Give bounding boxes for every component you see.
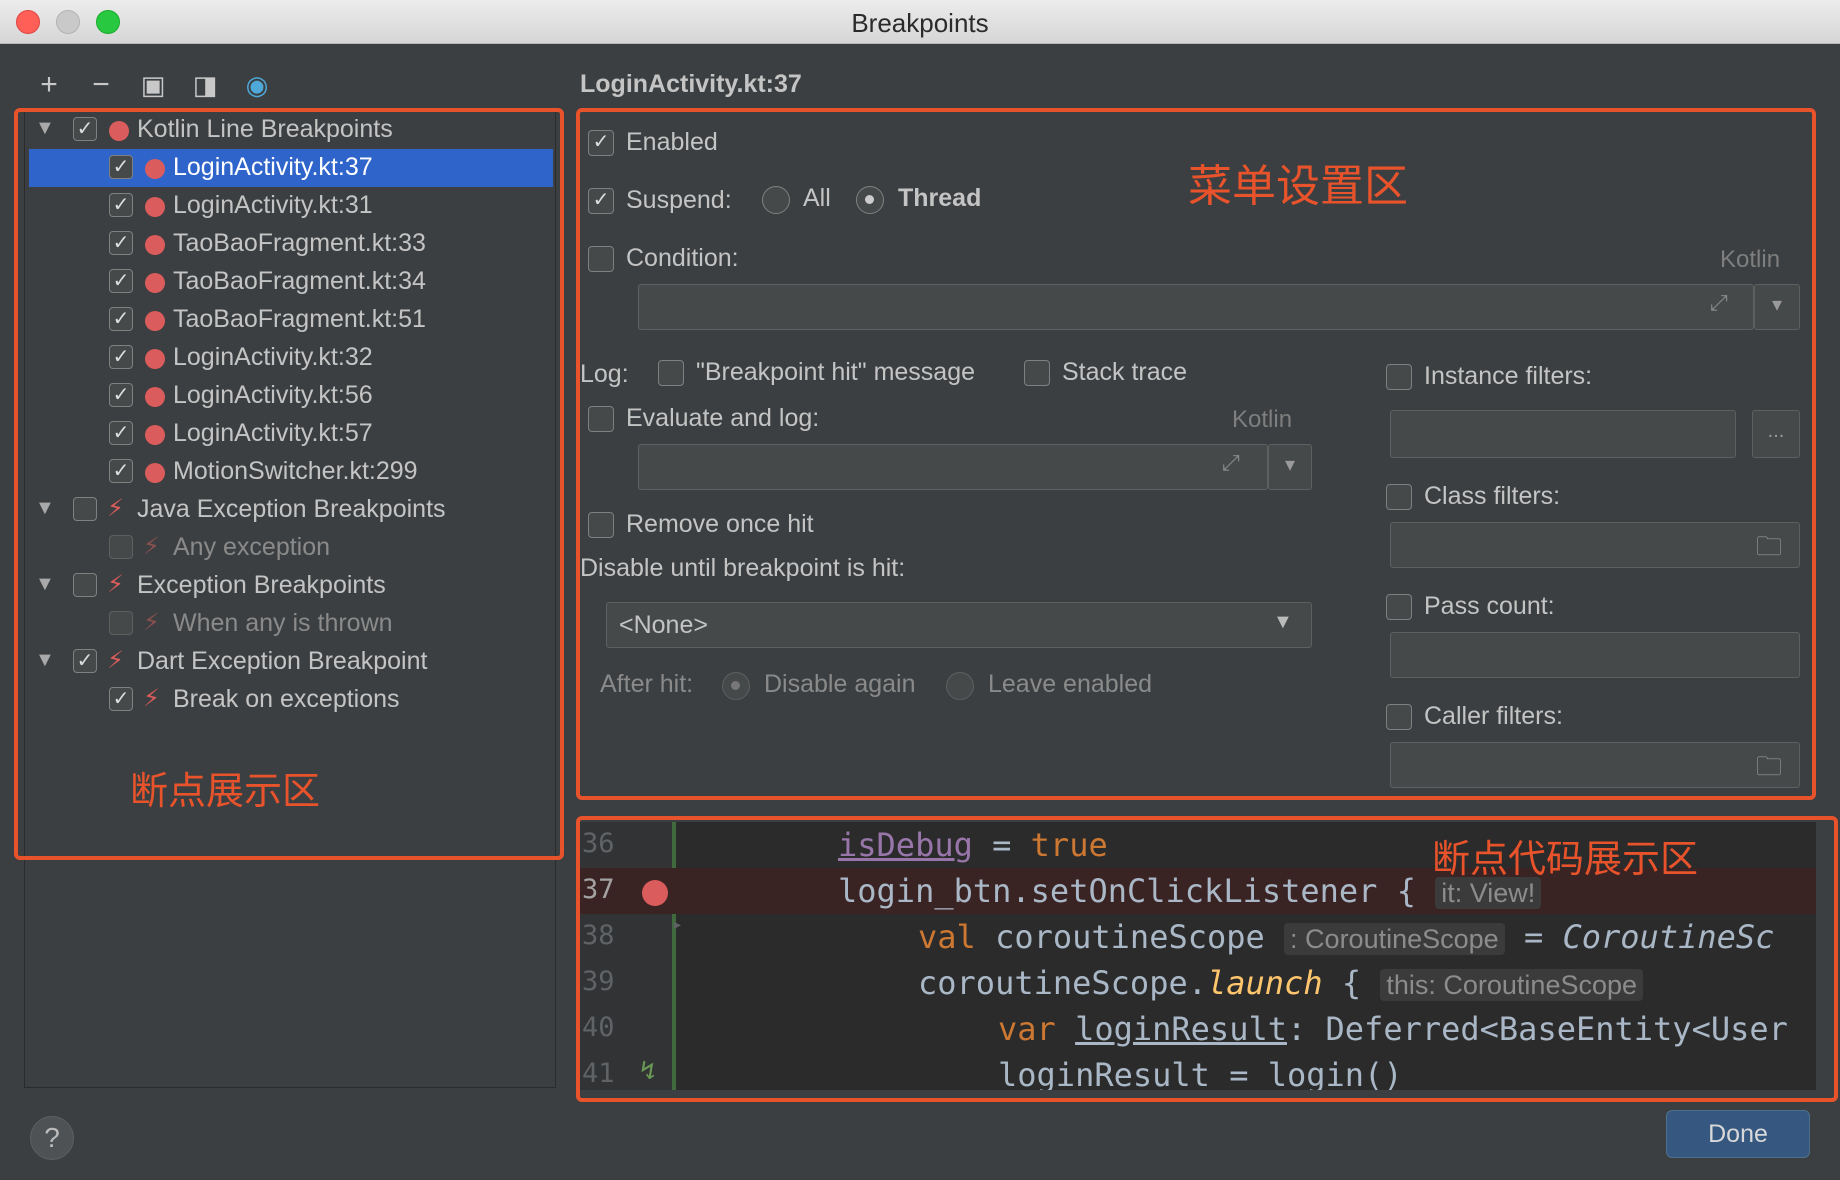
import-breakpoints-button[interactable]: ◉ <box>240 68 274 102</box>
log-message-label: "Breakpoint hit" message <box>696 358 976 386</box>
evaluate-history-dropdown[interactable]: ▾ <box>1268 444 1312 490</box>
log-message-checkbox[interactable] <box>658 360 684 386</box>
evaluate-log-label: Evaluate and log: <box>626 404 820 432</box>
evaluate-language-dropdown[interactable]: Kotlin <box>1232 406 1292 434</box>
export-breakpoints-button[interactable]: ◨ <box>188 68 222 102</box>
annotation-tree-label: 断点展示区 <box>130 771 321 813</box>
enabled-label: Enabled <box>626 128 718 156</box>
suspend-all-radio[interactable] <box>762 186 790 214</box>
suspend-thread-radio[interactable] <box>856 186 884 214</box>
evaluate-log-checkbox[interactable] <box>588 406 614 432</box>
suspend-all-label: All <box>803 184 831 212</box>
annotation-code-label: 断点代码展示区 <box>1432 839 1699 881</box>
remove-once-hit-label: Remove once hit <box>626 510 814 538</box>
title-bar: Breakpoints <box>0 0 1840 44</box>
help-button[interactable]: ? <box>30 1116 74 1160</box>
class-filters-input[interactable] <box>1390 522 1800 568</box>
annotation-settings-label: 菜单设置区 <box>1188 162 1408 211</box>
caller-filters-label: Caller filters: <box>1424 702 1563 730</box>
condition-history-dropdown[interactable]: ▾ <box>1754 284 1800 330</box>
done-button[interactable]: Done <box>1666 1110 1810 1158</box>
disable-again-label: Disable again <box>764 670 916 698</box>
chevron-down-icon: ▼ <box>1273 611 1293 633</box>
group-by-file-button[interactable]: ▣ <box>136 68 170 102</box>
disable-until-value: <None> <box>619 611 708 639</box>
leave-enabled-radio[interactable] <box>946 672 974 700</box>
pass-count-label: Pass count: <box>1424 592 1555 620</box>
expand-icon[interactable]: ⤢ <box>1222 450 1240 476</box>
pass-count-input[interactable] <box>1390 632 1800 678</box>
log-label: Log: <box>580 360 629 388</box>
class-filters-checkbox[interactable] <box>1386 484 1412 510</box>
caller-filters-checkbox[interactable] <box>1386 704 1412 730</box>
expand-icon[interactable]: ⤢ <box>1710 290 1728 316</box>
after-hit-label: After hit: <box>600 670 694 698</box>
disable-until-select[interactable]: <None> ▼ <box>606 602 1312 648</box>
instance-filters-checkbox[interactable] <box>1386 364 1412 390</box>
disable-again-radio[interactable] <box>722 672 750 700</box>
suspend-thread-label: Thread <box>898 184 982 212</box>
condition-label: Condition: <box>626 244 739 272</box>
pass-count-checkbox[interactable] <box>1386 594 1412 620</box>
suspend-checkbox[interactable]: ✓ <box>588 188 614 214</box>
stack-trace-label: Stack trace <box>1062 358 1188 386</box>
instance-filters-label: Instance filters: <box>1424 362 1593 390</box>
condition-input[interactable] <box>638 284 1754 330</box>
disable-until-label: Disable until breakpoint is hit: <box>580 554 906 582</box>
instance-filters-more-button[interactable]: ... <box>1752 410 1800 458</box>
class-filters-label: Class filters: <box>1424 482 1561 510</box>
evaluate-log-input[interactable] <box>638 444 1268 490</box>
remove-breakpoint-button[interactable]: − <box>84 68 118 102</box>
enabled-checkbox[interactable]: ✓ <box>588 130 614 156</box>
add-breakpoint-button[interactable]: + <box>32 68 66 102</box>
remove-once-hit-checkbox[interactable] <box>588 512 614 538</box>
condition-checkbox[interactable] <box>588 246 614 272</box>
caller-filters-input[interactable] <box>1390 742 1800 788</box>
window-title: Breakpoints <box>851 8 989 38</box>
breakpoint-detail-title: LoginActivity.kt:37 <box>580 70 802 98</box>
annotation-box-tree <box>14 108 564 860</box>
folder-icon[interactable]: 🗀 <box>1756 528 1782 572</box>
leave-enabled-label: Leave enabled <box>988 670 1153 698</box>
instance-filters-input[interactable] <box>1390 410 1736 458</box>
suspend-label: Suspend: <box>626 186 732 214</box>
condition-language-dropdown[interactable]: Kotlin <box>1720 246 1780 274</box>
stack-trace-checkbox[interactable] <box>1024 360 1050 386</box>
folder-icon[interactable]: 🗀 <box>1756 748 1782 792</box>
